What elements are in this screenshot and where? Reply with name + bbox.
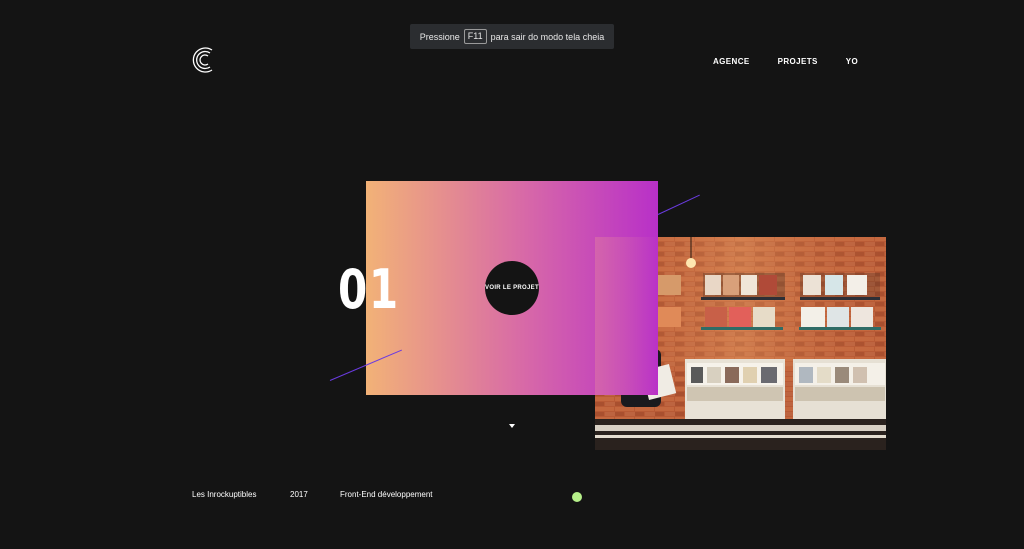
logo-c-icon[interactable] xyxy=(190,44,216,76)
project-client: Les Inrockuptibles xyxy=(192,490,257,499)
f11-key: F11 xyxy=(463,29,487,44)
project-year: 2017 xyxy=(290,490,308,499)
project-indicator-dot xyxy=(572,492,582,502)
fullscreen-notice-prefix: Pressione xyxy=(419,31,460,42)
fullscreen-notice-suffix: para sair do modo tela cheia xyxy=(490,31,605,42)
fullscreen-notice: Pressione F11 para sair do modo tela che… xyxy=(410,24,614,49)
scroll-down-icon[interactable] xyxy=(509,424,515,428)
accent-line-top xyxy=(657,194,700,215)
project-number: 01 xyxy=(338,258,400,321)
nav-item-yo[interactable]: YO xyxy=(846,57,858,66)
photo-overlay xyxy=(595,237,658,395)
project-role: Front-End développement xyxy=(340,490,433,499)
nav-item-agence[interactable]: AGENCE xyxy=(713,57,750,66)
nav-item-projets[interactable]: PROJETS xyxy=(778,57,818,66)
voir-le-projet-label: VOIR LE PROJET xyxy=(485,285,539,291)
voir-le-projet-button[interactable]: VOIR LE PROJET xyxy=(485,261,539,315)
main-nav: AGENCE PROJETS YO xyxy=(713,57,858,66)
